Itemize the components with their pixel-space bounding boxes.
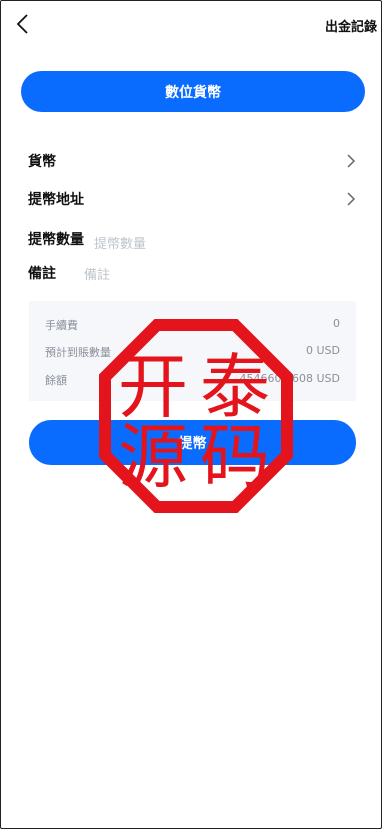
svg-text:码: 码 [200, 416, 270, 498]
address-label: 提幣地址 [28, 192, 84, 208]
chevron-right-icon [347, 154, 356, 168]
digital-currency-button[interactable]: 數位貨幣 [21, 71, 365, 112]
currency-label: 貨幣 [28, 154, 56, 170]
amount-row: 提幣數量 提幣數量 [28, 227, 357, 252]
fee-label: 手續費 [45, 319, 78, 332]
svg-text:源: 源 [118, 416, 188, 498]
address-row[interactable]: 提幣地址 [28, 187, 357, 211]
remark-row: 備註 備註 [28, 261, 357, 285]
back-icon[interactable] [13, 11, 35, 37]
remark-label: 備註 [28, 266, 56, 282]
app-frame: 出金記錄 數位貨幣 貨幣 提幣地址 提幣數量 提幣數量 備註 備註 手續費 0 … [0, 0, 382, 829]
watermark-seal: 开 泰 源 码 [99, 319, 293, 513]
balance-label: 餘額 [45, 374, 67, 387]
amount-label: 提幣數量 [28, 232, 84, 248]
remark-input[interactable]: 備註 [84, 264, 110, 283]
chevron-right-icon [347, 192, 356, 206]
withdraw-records-link[interactable]: 出金記錄 [325, 16, 377, 35]
currency-row[interactable]: 貨幣 [28, 149, 357, 173]
expected-value: 0 USD [306, 344, 340, 357]
fee-value: 0 [333, 317, 340, 330]
amount-input[interactable]: 提幣數量 [94, 233, 146, 252]
